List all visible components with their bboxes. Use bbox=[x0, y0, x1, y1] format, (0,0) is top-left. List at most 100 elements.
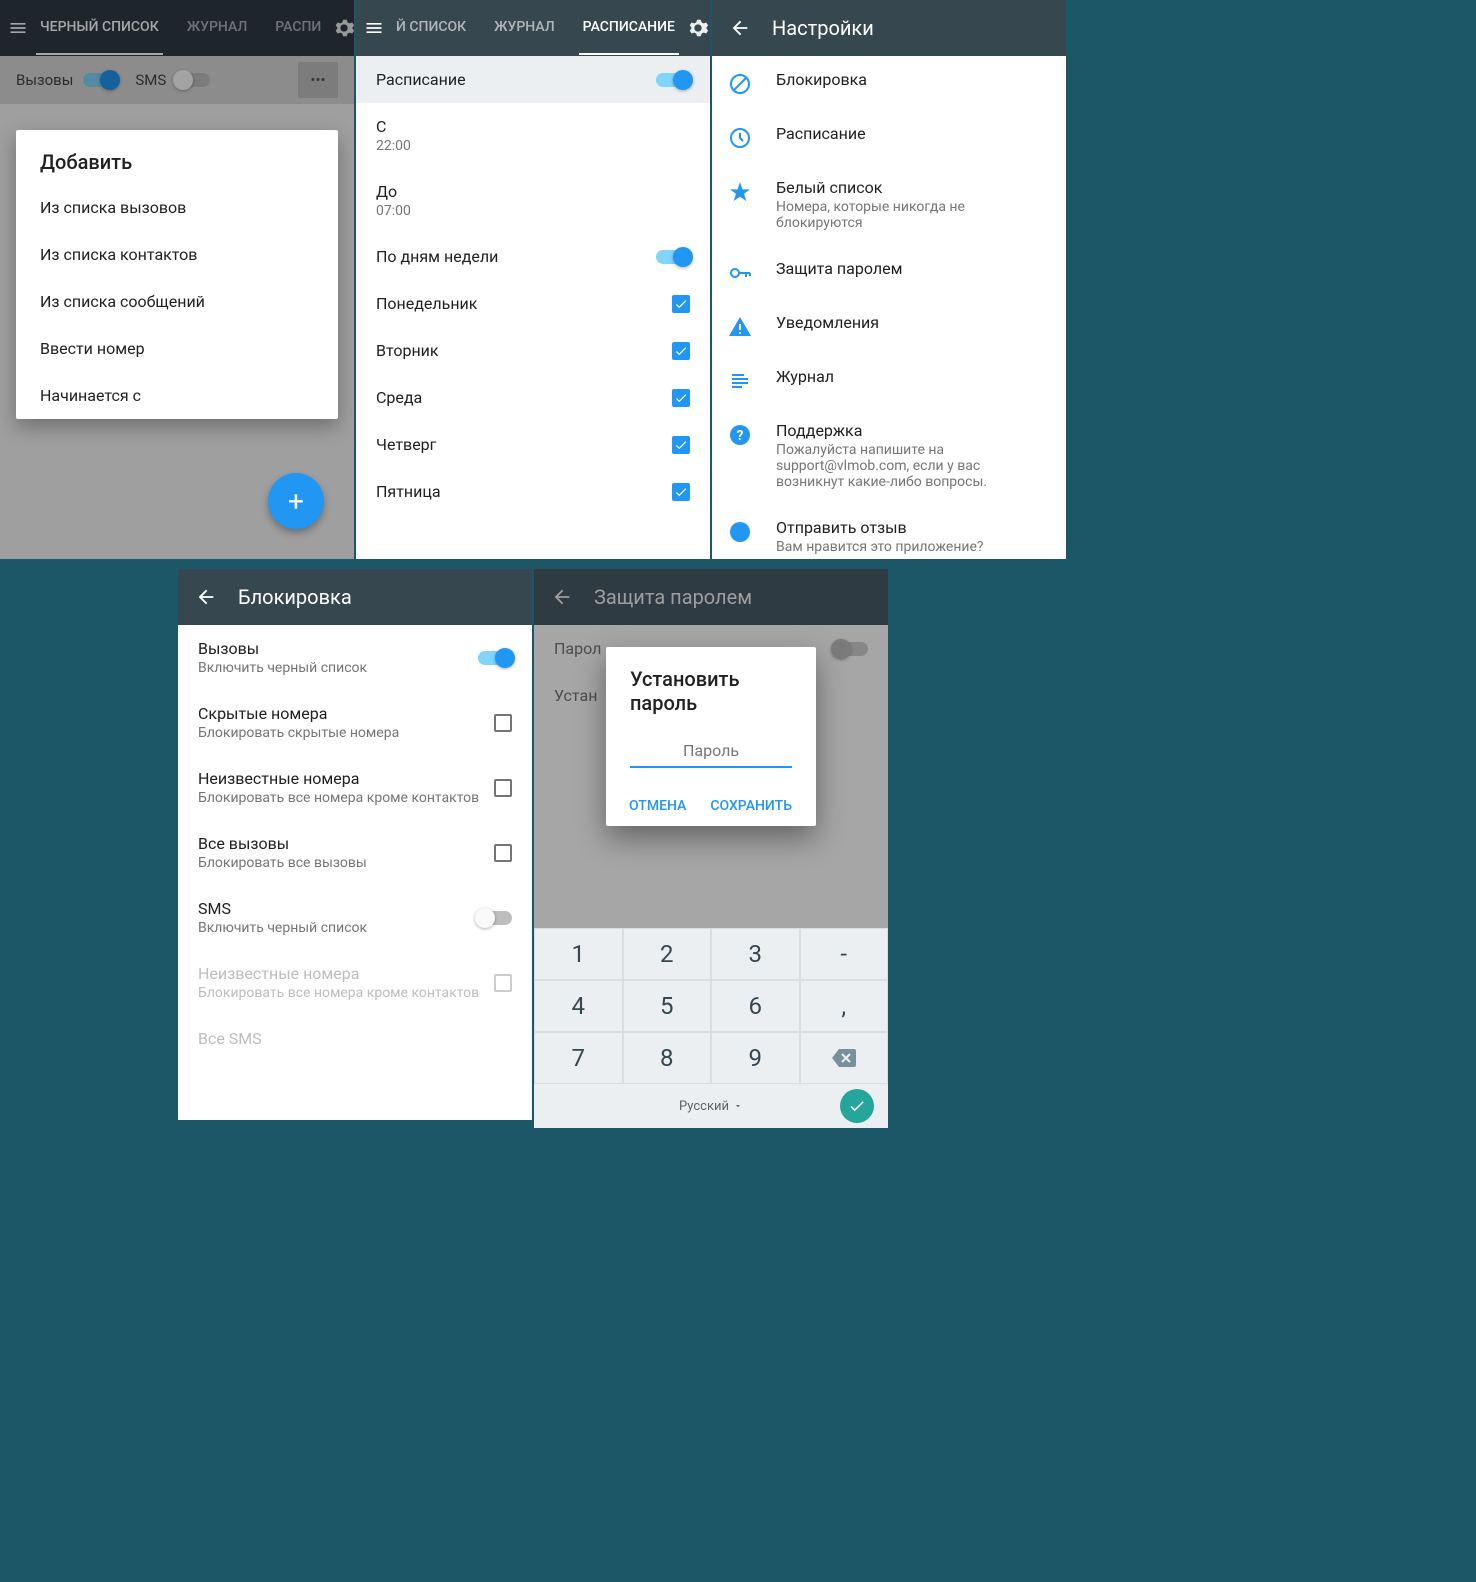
schedule-switch[interactable] bbox=[656, 73, 690, 87]
item-title: Поддержка bbox=[776, 421, 1050, 440]
page-title: Настройки bbox=[772, 16, 874, 40]
block-row[interactable]: ВызовыВключить черный список bbox=[178, 625, 532, 690]
settings-item[interactable]: Блокировка bbox=[712, 56, 1066, 110]
item-subtitle: Номера, которые никогда не блокируются bbox=[776, 199, 1050, 231]
item-subtitle: Вам нравится это приложение? bbox=[776, 539, 1050, 555]
row-subtitle: Включить черный список bbox=[198, 660, 478, 676]
settings-item[interactable]: Отправить отзыв Вам нравится это приложен… bbox=[712, 504, 1066, 559]
key-5[interactable]: 5 bbox=[623, 980, 712, 1032]
password-dialog: Установить пароль ОТМЕНА СОХРАНИТЬ bbox=[606, 647, 816, 826]
menu-item[interactable]: Начинается с bbox=[16, 372, 338, 419]
key-1[interactable]: 1 bbox=[534, 928, 623, 980]
back-icon[interactable] bbox=[186, 577, 226, 617]
to-value: 07:00 bbox=[376, 203, 690, 219]
key-,[interactable]: , bbox=[800, 980, 889, 1032]
back-icon[interactable] bbox=[542, 577, 582, 617]
block-row[interactable]: Все вызовыБлокировать все вызовы bbox=[178, 820, 532, 885]
row-subtitle: Включить черный список bbox=[198, 920, 478, 936]
расписание-icon bbox=[728, 126, 752, 150]
settings-item[interactable]: Уведомления bbox=[712, 299, 1066, 353]
day-checkbox[interactable] bbox=[672, 389, 690, 407]
byday-row: По дням недели bbox=[356, 233, 710, 280]
byday-label: По дням недели bbox=[376, 247, 656, 266]
menu-item[interactable]: Из списка вызовов bbox=[16, 184, 338, 231]
day-label: Понедельник bbox=[376, 294, 672, 313]
key--[interactable]: - bbox=[800, 928, 889, 980]
key-8[interactable]: 8 bbox=[623, 1032, 712, 1084]
tab-schedule[interactable]: РАСПИСАНИЕ bbox=[579, 1, 679, 55]
gear-icon[interactable] bbox=[687, 8, 709, 48]
day-row[interactable]: Пятница bbox=[356, 468, 710, 515]
toolbar: Защита паролем bbox=[534, 569, 888, 625]
row-checkbox[interactable] bbox=[494, 844, 512, 862]
language-label: Русский bbox=[679, 1099, 729, 1114]
block-row[interactable]: Неизвестные номераБлокировать все номера… bbox=[178, 755, 532, 820]
ok-button[interactable] bbox=[840, 1089, 874, 1123]
day-row[interactable]: Среда bbox=[356, 374, 710, 421]
menu-icon[interactable] bbox=[364, 8, 384, 48]
key-7[interactable]: 7 bbox=[534, 1032, 623, 1084]
from-value: 22:00 bbox=[376, 138, 690, 154]
item-title: Журнал bbox=[776, 367, 1050, 386]
tab-blacklist[interactable]: Й СПИСОК bbox=[392, 1, 470, 55]
to-label: До bbox=[376, 182, 690, 201]
menu-item[interactable]: Из списка сообщений bbox=[16, 278, 338, 325]
dialog-title: Установить пароль bbox=[630, 667, 792, 715]
to-row[interactable]: До 07:00 bbox=[356, 168, 710, 233]
row-title: Неизвестные номера bbox=[198, 769, 494, 788]
row-checkbox[interactable] bbox=[494, 714, 512, 732]
password-input[interactable] bbox=[630, 735, 792, 768]
menu-item[interactable]: Ввести номер bbox=[16, 325, 338, 372]
day-label: Пятница bbox=[376, 482, 672, 501]
key-6[interactable]: 6 bbox=[711, 980, 800, 1032]
row-switch[interactable] bbox=[478, 911, 512, 925]
page-title: Защита паролем bbox=[594, 585, 752, 609]
block-row: Все SMS bbox=[178, 1015, 532, 1062]
day-row[interactable]: Четверг bbox=[356, 421, 710, 468]
add-menu: Добавить Из списка вызовов Из списка кон… bbox=[16, 130, 338, 419]
toolbar: Й СПИСОК ЖУРНАЛ РАСПИСАНИЕ bbox=[356, 0, 710, 56]
key-2[interactable]: 2 bbox=[623, 928, 712, 980]
from-row[interactable]: С 22:00 bbox=[356, 103, 710, 168]
settings-item[interactable]: Журнал bbox=[712, 353, 1066, 407]
byday-switch[interactable] bbox=[656, 250, 690, 264]
row-switch[interactable] bbox=[478, 651, 512, 665]
key-4[interactable]: 4 bbox=[534, 980, 623, 1032]
block-row[interactable]: SMS Включить черный список bbox=[178, 885, 532, 950]
day-row[interactable]: Понедельник bbox=[356, 280, 710, 327]
уведомления-icon bbox=[728, 315, 752, 339]
item-title: Отправить отзыв bbox=[776, 518, 1050, 537]
cancel-button[interactable]: ОТМЕНА bbox=[629, 798, 686, 814]
item-title: Защита паролем bbox=[776, 259, 1050, 278]
settings-item[interactable]: Защита паролем bbox=[712, 245, 1066, 299]
backspace-key[interactable] bbox=[800, 1032, 889, 1084]
day-row[interactable]: Вторник bbox=[356, 327, 710, 374]
schedule-row: Расписание bbox=[356, 56, 710, 103]
save-button[interactable]: СОХРАНИТЬ bbox=[710, 798, 792, 814]
day-checkbox[interactable] bbox=[672, 483, 690, 501]
row-title: Все SMS bbox=[198, 1029, 512, 1048]
item-subtitle: Пожалуйста напишите на support@vlmob.com… bbox=[776, 442, 1050, 490]
key-9[interactable]: 9 bbox=[711, 1032, 800, 1084]
tab-log[interactable]: ЖУРНАЛ bbox=[490, 1, 559, 55]
language-selector[interactable]: Русский bbox=[679, 1099, 743, 1114]
key-3[interactable]: 3 bbox=[711, 928, 800, 980]
menu-item[interactable]: Из списка контактов bbox=[16, 231, 338, 278]
settings-item[interactable]: Расписание bbox=[712, 110, 1066, 164]
day-checkbox[interactable] bbox=[672, 436, 690, 454]
settings-item[interactable]: Белый списокНомера, которые никогда не б… bbox=[712, 164, 1066, 245]
row-subtitle: Блокировать все вызовы bbox=[198, 855, 494, 871]
row-checkbox[interactable] bbox=[494, 779, 512, 797]
block-row[interactable]: Скрытые номераБлокировать скрытые номера bbox=[178, 690, 532, 755]
day-label: Вторник bbox=[376, 341, 672, 360]
day-checkbox[interactable] bbox=[672, 342, 690, 360]
from-label: С bbox=[376, 117, 690, 136]
back-icon[interactable] bbox=[720, 8, 760, 48]
day-checkbox[interactable] bbox=[672, 295, 690, 313]
row-title: SMS bbox=[198, 899, 478, 918]
блокировка-icon bbox=[728, 72, 752, 96]
отправить-отзыв-icon bbox=[728, 520, 752, 544]
day-label: Среда bbox=[376, 388, 672, 407]
fab-add[interactable]: + bbox=[268, 473, 324, 529]
settings-item[interactable]: ?ПоддержкаПожалуйста напишите на support… bbox=[712, 407, 1066, 504]
